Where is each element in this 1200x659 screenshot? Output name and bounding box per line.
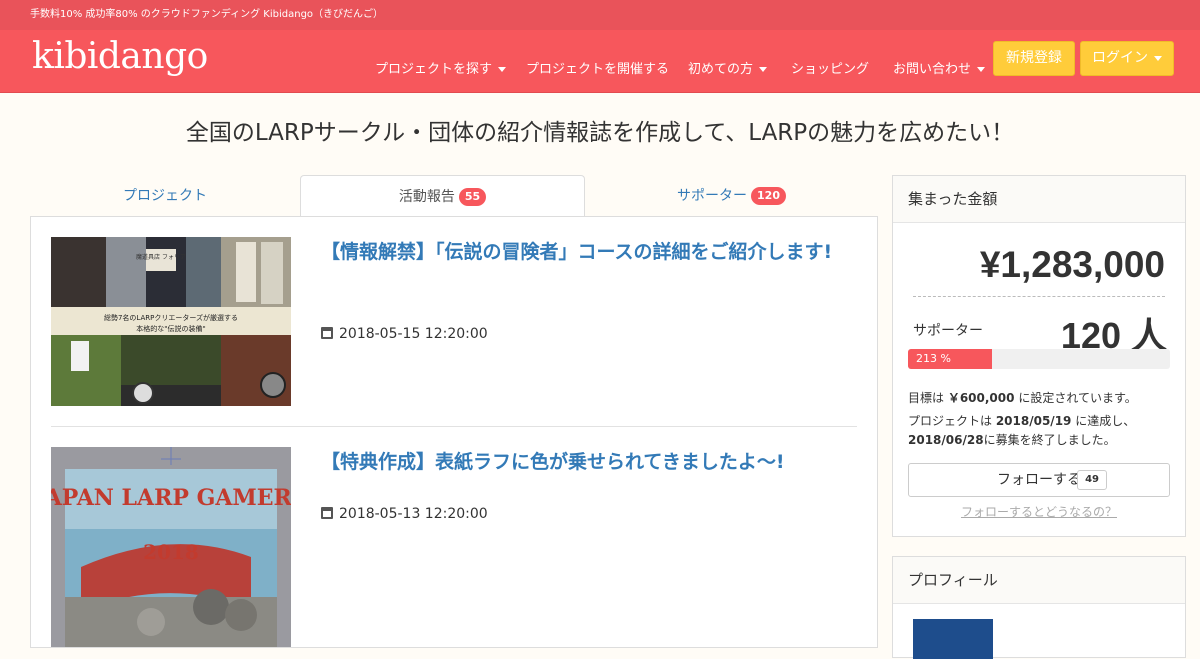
goal-text: 目標は ￥600,000 に設定されています。 [908, 389, 1137, 408]
follow-count-badge: 49 [1077, 470, 1107, 490]
achieved-suffix: に達成し、 [1071, 414, 1136, 428]
chevron-down-icon [977, 67, 986, 72]
funding-progress-fill: 213 % [908, 349, 992, 369]
cover-title-text: JAPAN LARP GAMERS [51, 485, 291, 511]
post-date: 2018-05-15 12:20:00 [321, 326, 488, 342]
follow-button[interactable]: フォローする 49 [908, 463, 1170, 497]
nav-shopping[interactable]: ショッピング [791, 58, 869, 77]
cover-draft-image: JAPAN LARP GAMERS 2018 [51, 447, 291, 647]
post-title[interactable]: 【情報解禁】「伝説の冒険者」コースの詳細をご紹介します! [321, 237, 851, 267]
login-button[interactable]: ログイン [1080, 41, 1174, 76]
collage-caption-2: 本格的な"伝説の装備" [136, 324, 205, 333]
post-date: 2018-05-13 12:20:00 [321, 506, 488, 522]
activity-report-list: 魔道具店 フォリア 総勢7名のLARPクリエーターズが厳選する 本格的な"伝説の… [30, 216, 878, 648]
profile-panel: プロフィール [892, 556, 1186, 659]
login-label: ログイン [1092, 50, 1148, 66]
achievement-text: プロジェクトは 2018/05/19 に達成し、 2018/06/28に募集を終… [908, 412, 1135, 450]
nav-contact-label: お問い合わせ [893, 62, 972, 77]
project-tabs: プロジェクト 活動報告 55 サポーター 120 [30, 175, 878, 218]
tab-project[interactable]: プロジェクト [30, 175, 300, 216]
chevron-down-icon [759, 67, 768, 72]
goal-prefix: 目標は [908, 391, 948, 405]
list-item: 魔道具店 フォリア 総勢7名のLARPクリエーターズが厳選する 本格的な"伝説の… [51, 237, 857, 407]
tab-project-label: プロジェクト [123, 188, 207, 204]
goal-suffix: に設定されています。 [1014, 391, 1137, 405]
ended-date: 2018/06/28 [908, 433, 984, 447]
post-thumbnail[interactable]: JAPAN LARP GAMERS 2018 [51, 447, 291, 647]
equipment-collage-image: 魔道具店 フォリア 総勢7名のLARPクリエーターズが厳選する 本格的な"伝説の… [51, 237, 291, 406]
top-strip: 手数料10% 成功率80% のクラウドファンディング Kibidango（きびだ… [0, 0, 1200, 30]
project-title: 全国のLARPサークル・団体の紹介情報誌を作成して、LARPの魅力を広めたい！ [185, 120, 1015, 146]
profile-image[interactable] [913, 619, 993, 659]
nav-contact[interactable]: お問い合わせ [893, 58, 986, 77]
collage-caption: 総勢7名のLARPクリエーターズが厳選する [104, 313, 238, 322]
nav-first-time[interactable]: 初めての方 [688, 58, 768, 77]
funding-panel: 集まった金額 ¥1,283,000 サポーター 120 人 213 % 目標は … [892, 175, 1186, 537]
shop-sign-text: 魔道具店 フォリア [136, 253, 186, 261]
progress-label: 213 % [916, 352, 951, 365]
supporter-count-badge: 120 [751, 187, 786, 205]
tab-activity-label: 活動報告 [398, 189, 455, 205]
funding-heading: 集まった金額 [893, 176, 1185, 223]
calendar-icon [321, 507, 333, 519]
post-thumbnail[interactable]: 魔道具店 フォリア 総勢7名のLARPクリエーターズが厳選する 本格的な"伝説の… [51, 237, 291, 406]
nav-first-time-label: 初めての方 [688, 62, 754, 77]
funding-amount: ¥1,283,000 [979, 244, 1165, 285]
achieved-date: 2018/05/19 [995, 414, 1072, 428]
register-button[interactable]: 新規登録 [993, 41, 1075, 76]
chevron-down-icon [1154, 55, 1162, 61]
post-date-text: 2018-05-15 12:20:00 [339, 326, 488, 342]
follow-help-link[interactable]: フォローするとどうなるの？ [893, 503, 1185, 520]
tab-supporters[interactable]: サポーター 120 [585, 175, 878, 216]
ended-suffix: に募集を終了しました。 [983, 433, 1116, 447]
nav-host-project[interactable]: プロジェクトを開催する [526, 58, 669, 77]
nav-find-projects[interactable]: プロジェクトを探す [375, 58, 507, 77]
follow-label: フォローする [997, 472, 1081, 488]
funding-progress-bar: 213 % [908, 349, 1170, 369]
tab-activity-reports[interactable]: 活動報告 55 [300, 175, 585, 218]
tab-supporters-label: サポーター [677, 188, 748, 204]
chevron-down-icon [498, 67, 507, 72]
achieved-prefix: プロジェクトは [908, 414, 996, 428]
post-title[interactable]: 【特典作成】表紙ラフに色が乗せられてきましたよ～! [321, 447, 851, 477]
activity-count-badge: 55 [458, 188, 487, 206]
nav-host-project-label: プロジェクトを開催する [526, 62, 670, 77]
post-date-text: 2018-05-13 12:20:00 [339, 506, 488, 522]
nav-shopping-label: ショッピング [791, 62, 870, 77]
profile-heading: プロフィール [893, 557, 1185, 604]
kibidango-logo[interactable]: kibidango [32, 36, 208, 77]
divider [913, 296, 1165, 297]
calendar-icon [321, 327, 333, 339]
supporters-label: サポーター [913, 323, 983, 339]
goal-amount: ￥600,000 [947, 391, 1015, 405]
site-header: kibidango プロジェクトを探す プロジェクトを開催する 初めての方 ショ… [0, 30, 1200, 93]
nav-find-projects-label: プロジェクトを探す [375, 62, 493, 77]
divider [51, 426, 857, 427]
cover-year-text: 2018 [143, 540, 199, 564]
list-item: JAPAN LARP GAMERS 2018 【特典作成】表紙ラフに色が乗せられ… [51, 447, 857, 647]
tagline: 手数料10% 成功率80% のクラウドファンディング Kibidango（きびだ… [30, 9, 384, 20]
